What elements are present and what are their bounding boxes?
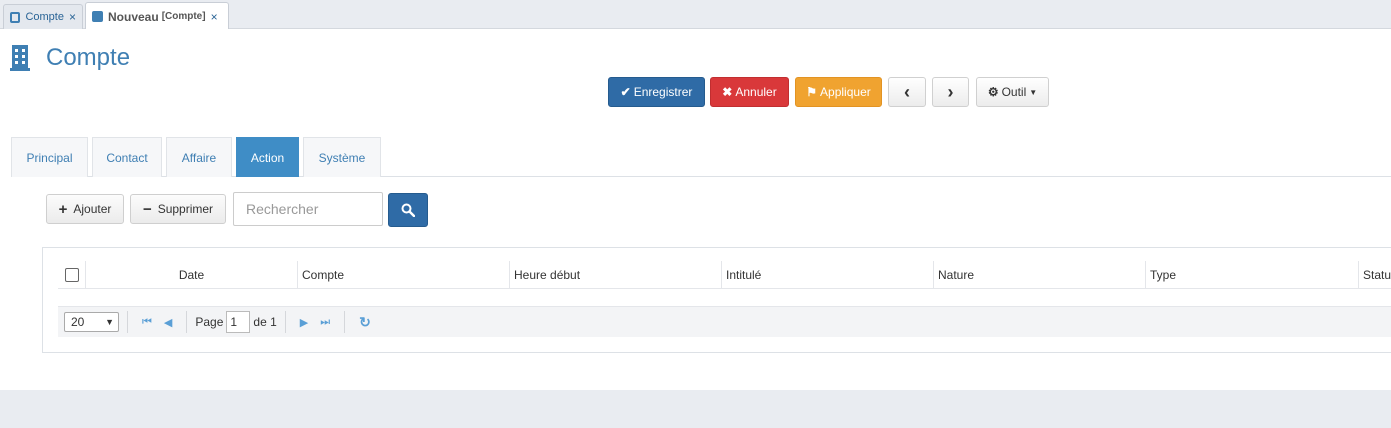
gear-icon: ⚙ (987, 85, 999, 99)
pager-separator (344, 311, 346, 333)
caret-down-icon: ▼ (1029, 87, 1038, 97)
doc-tab-compte[interactable]: Compte × (3, 4, 83, 29)
page-label: Page (195, 315, 224, 329)
column-header-nature[interactable]: Nature (934, 261, 1146, 289)
last-page-icon[interactable]: ⏭ (320, 316, 330, 329)
page-number-input[interactable]: 1 (226, 311, 251, 333)
delete-button[interactable]: − Supprimer (130, 194, 226, 224)
cancel-button[interactable]: ✖ Annuler (710, 77, 789, 107)
doc-tab-nouveau[interactable]: Nouveau [Compte] × (85, 2, 229, 30)
save-button[interactable]: ✔ Enregistrer (608, 77, 705, 107)
tab-principal[interactable]: Principal (11, 137, 88, 177)
next-page-icon[interactable]: ▶ (300, 316, 308, 329)
page-header: Compte (10, 44, 130, 72)
previous-page-icon[interactable]: ◀ (164, 316, 172, 329)
flag-check-icon: ⚑ (806, 85, 818, 99)
column-header-compte[interactable]: Compte (298, 261, 510, 289)
column-header-type[interactable]: Type (1146, 261, 1359, 289)
apply-button[interactable]: ⚑ Appliquer (795, 77, 882, 107)
tools-dropdown-button[interactable]: ⚙ Outil ▼ (976, 77, 1049, 107)
cancel-label: Annuler (735, 85, 777, 99)
search-placeholder: Rechercher (246, 201, 319, 217)
form-icon (92, 11, 103, 22)
page-size-select[interactable]: 20 ▼ (64, 312, 119, 332)
search-input[interactable]: Rechercher (233, 192, 383, 226)
column-header-statut[interactable]: Statut (1359, 261, 1391, 289)
first-page-icon[interactable]: ⏮ (142, 316, 152, 329)
pager-separator (186, 311, 188, 333)
close-icon[interactable]: × (211, 10, 218, 24)
doc-tab-sublabel: [Compte] (161, 11, 206, 22)
grid-header: Date Compte Heure début Intitulé Nature … (58, 261, 1391, 289)
minus-icon: − (142, 200, 152, 218)
tab-contact[interactable]: Contact (92, 137, 162, 177)
next-button[interactable]: › (932, 77, 969, 107)
refresh-icon[interactable]: ↻ (359, 314, 371, 331)
chevron-right-icon: › (947, 81, 954, 102)
section-tab-bar: Principal Contact Affaire Action Système (11, 137, 1391, 177)
close-icon: ✖ (722, 85, 733, 99)
doc-tab-label: Compte (25, 11, 64, 23)
page-count-label: de 1 (253, 315, 277, 329)
save-label: Enregistrer (633, 85, 693, 99)
apply-label: Appliquer (820, 85, 871, 99)
add-button[interactable]: + Ajouter (46, 194, 124, 224)
chevron-left-icon: ‹ (904, 81, 910, 102)
pager-separator (127, 311, 128, 333)
building-icon (10, 45, 32, 71)
search-icon (401, 203, 415, 217)
grid-pager: 20 ▼ ⏮ ◀ Page 1 de 1 ▶ ⏭ ↻ (58, 306, 1391, 337)
check-icon: ✔ (620, 85, 631, 99)
column-header-intitule[interactable]: Intitulé (722, 261, 934, 289)
search-button[interactable] (388, 193, 428, 227)
previous-button[interactable]: ‹ (888, 77, 926, 107)
page-number-value: 1 (230, 315, 238, 329)
pager-separator (284, 311, 286, 333)
select-all-checkbox[interactable] (64, 268, 79, 282)
form-icon (10, 11, 21, 23)
tools-label: Outil (1001, 85, 1027, 99)
delete-label: Supprimer (157, 202, 214, 216)
document-tab-bar: Compte × Nouveau [Compte] × (0, 0, 1391, 30)
tab-action[interactable]: Action (236, 137, 299, 177)
page-size-value: 20 (71, 315, 85, 329)
add-label: Ajouter (73, 202, 112, 216)
chevron-down-icon: ▼ (105, 317, 114, 327)
close-icon[interactable]: × (69, 10, 76, 24)
plus-icon: + (58, 200, 68, 218)
actions-grid: Date Compte Heure début Intitulé Nature … (42, 247, 1391, 353)
tab-systeme[interactable]: Système (303, 137, 381, 177)
column-header-heure-debut[interactable]: Heure début (510, 261, 722, 289)
main-panel: Compte ✔ Enregistrer ✖ Annuler ⚑ Appliqu… (0, 29, 1391, 390)
column-header-date[interactable]: Date (86, 261, 298, 289)
select-all-cell (58, 261, 86, 289)
doc-tab-label: Nouveau (108, 9, 159, 24)
page-title: Compte (46, 44, 131, 71)
tab-affaire[interactable]: Affaire (166, 137, 232, 177)
